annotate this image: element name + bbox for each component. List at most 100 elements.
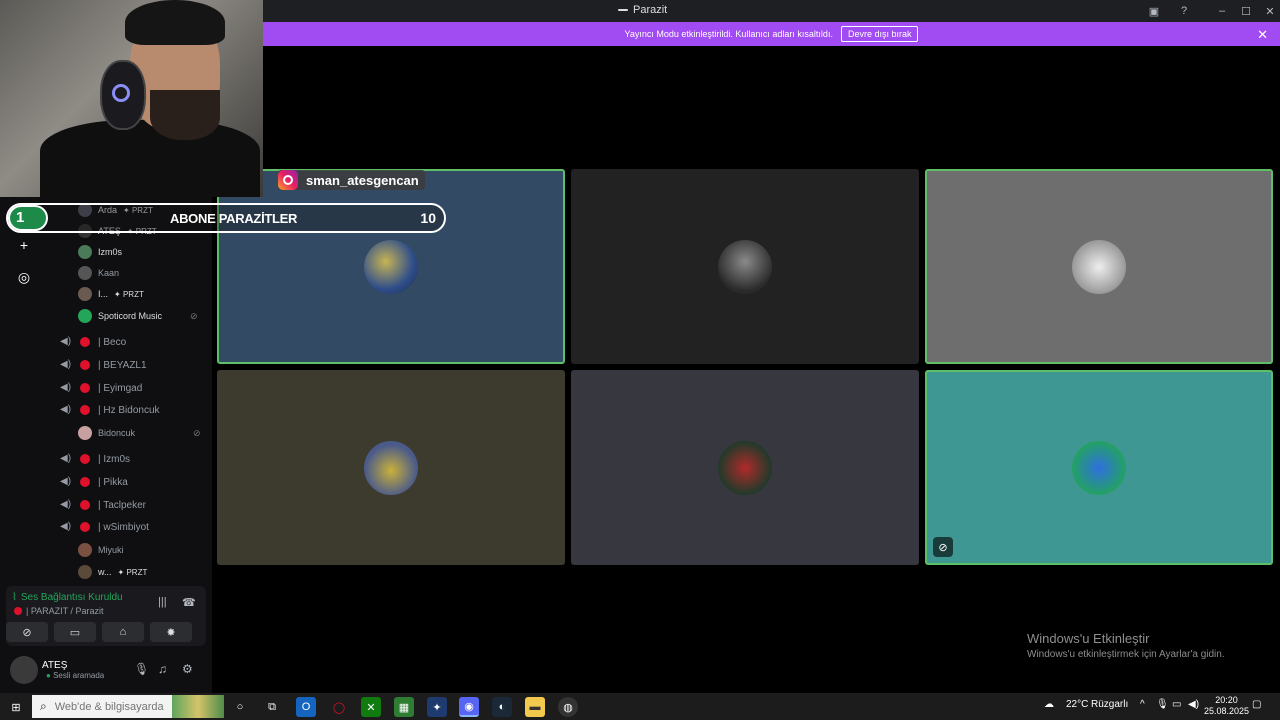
settings-gear-icon[interactable]: ⚙ bbox=[182, 662, 193, 676]
member-name: w... bbox=[98, 567, 112, 577]
app-icon[interactable]: ✦ bbox=[427, 697, 447, 717]
share-screen-button[interactable]: ▭ bbox=[54, 622, 96, 642]
discover-icon[interactable]: ◎ bbox=[12, 265, 36, 289]
start-icon[interactable]: ⊞ bbox=[6, 697, 26, 717]
webcam-hair bbox=[125, 0, 225, 45]
weather-temp[interactable]: 22°C bbox=[1066, 699, 1088, 710]
obs-icon[interactable]: ◍ bbox=[558, 697, 578, 717]
voice-member[interactable]: Bidoncuk ⊘ bbox=[78, 424, 201, 442]
video-off-icon: ⊘ bbox=[190, 310, 198, 321]
cortana-icon[interactable]: ○ bbox=[230, 697, 250, 717]
goal-target: 10 bbox=[420, 210, 436, 226]
banner-close-icon[interactable]: ✕ bbox=[1257, 27, 1268, 43]
voice-channel[interactable]: ◀) | BEYAZL1 bbox=[60, 356, 147, 374]
voice-channel[interactable]: ◀) | Eyimgad bbox=[60, 379, 142, 397]
voice-member[interactable]: Spoticord Music ⊘ bbox=[78, 307, 198, 325]
live-dot bbox=[80, 454, 90, 464]
weather-label: Rüzgarlı bbox=[1091, 699, 1128, 710]
participant-avatar bbox=[1072, 239, 1126, 294]
window-title-text: Parazit bbox=[633, 4, 668, 16]
channel-name: | Pikka bbox=[98, 476, 128, 488]
clock[interactable]: 20:20 25.08.2025 bbox=[1204, 695, 1249, 717]
avatar bbox=[78, 543, 92, 557]
discord-icon[interactable]: ◉ bbox=[459, 697, 479, 717]
participant-tile[interactable]: ⊘ bbox=[925, 370, 1273, 565]
steam-icon[interactable]: ◐ bbox=[492, 697, 512, 717]
xbox-icon[interactable]: ✕ bbox=[361, 697, 381, 717]
search-input[interactable] bbox=[54, 700, 175, 713]
disconnect-icon[interactable]: ☎ bbox=[182, 596, 196, 609]
close-window-button[interactable]: ✕ bbox=[1262, 3, 1278, 19]
participant-tile[interactable] bbox=[217, 370, 565, 565]
weather-icon[interactable]: ☁ bbox=[1044, 699, 1054, 710]
add-server-icon[interactable]: + bbox=[12, 233, 36, 257]
chevron-up-icon[interactable]: ^ bbox=[1140, 699, 1145, 710]
headphones-icon[interactable]: ♫ bbox=[158, 662, 167, 676]
banner-message: Yayıncı Modu etkinleştirildi. Kullanıcı … bbox=[624, 29, 833, 39]
taskbar-search[interactable]: ⌕ bbox=[32, 695, 224, 718]
help-icon[interactable]: ? bbox=[1176, 3, 1192, 19]
opera-icon[interactable]: ◯ bbox=[329, 697, 349, 717]
voice-member[interactable]: Kaan bbox=[78, 264, 119, 282]
network-icon[interactable]: ▭ bbox=[1172, 699, 1181, 710]
task-view-icon[interactable]: ⧉ bbox=[262, 697, 282, 717]
voice-member[interactable]: Miyuki bbox=[78, 541, 124, 559]
voice-channel[interactable]: ◀) | Izm0s bbox=[60, 450, 130, 468]
channel-name: | Beco bbox=[98, 336, 127, 348]
instagram-handle: sman_atesgencan bbox=[306, 172, 419, 188]
clock-time: 20:20 bbox=[1215, 695, 1238, 705]
streamer-mode-banner: Yayıncı Modu etkinleştirildi. Kullanıcı … bbox=[263, 22, 1280, 46]
minimize-button[interactable]: – bbox=[1214, 3, 1230, 19]
instagram-icon bbox=[278, 170, 298, 190]
outlook-icon[interactable]: O bbox=[296, 697, 316, 717]
user-avatar[interactable] bbox=[10, 656, 38, 684]
speaker-icon: ◀) bbox=[60, 521, 72, 532]
maximize-button[interactable]: ☐ bbox=[1238, 3, 1254, 19]
avatar bbox=[78, 565, 92, 579]
channel-name: | wSimbiyot bbox=[98, 521, 149, 533]
goal-progress-fill bbox=[8, 205, 48, 231]
user-name[interactable]: ATEŞ bbox=[42, 660, 67, 671]
voice-channel[interactable]: ◀) | Hz Bidoncuk bbox=[60, 401, 160, 419]
member-tag-text: PRZT bbox=[122, 289, 144, 299]
activities-button[interactable]: ⌂ bbox=[102, 622, 144, 642]
notification-icon[interactable]: ▢ bbox=[1252, 699, 1261, 710]
live-dot bbox=[80, 405, 90, 415]
avatar bbox=[78, 287, 92, 301]
voice-channel[interactable]: ◀) | Pikka bbox=[60, 473, 128, 491]
voice-channel-text: | PARAZIT / Parazit bbox=[26, 606, 104, 616]
speaker-icon: ◀) bbox=[60, 382, 72, 393]
microphone-tray-icon[interactable]: 🎙 bbox=[1156, 699, 1169, 710]
participant-tile[interactable] bbox=[925, 169, 1273, 364]
file-explorer-icon[interactable]: ▬ bbox=[525, 697, 545, 717]
disable-streamer-mode-button[interactable]: Devre dışı bırak bbox=[840, 26, 919, 42]
voice-channel[interactable]: ◀) | wSimbiyot bbox=[60, 518, 149, 536]
member-tag: ✦ PRZT bbox=[117, 567, 148, 577]
microphone-icon[interactable]: 🎙 bbox=[134, 662, 149, 676]
voice-member[interactable]: w... ✦ PRZT bbox=[78, 563, 147, 581]
camera-off-button[interactable]: ⊘ bbox=[6, 622, 48, 642]
live-dot bbox=[80, 522, 90, 532]
store-icon[interactable]: ▦ bbox=[394, 697, 414, 717]
avatar bbox=[78, 245, 92, 259]
participant-tile[interactable] bbox=[571, 169, 919, 364]
soundboard-button[interactable]: ✸ bbox=[150, 622, 192, 642]
voice-channel[interactable]: ◀) | Beco bbox=[60, 333, 126, 351]
participant-tile[interactable] bbox=[571, 370, 919, 565]
voice-channel-info[interactable]: | PARAZIT / Parazit bbox=[14, 606, 104, 616]
channel-name: | BEYAZL1 bbox=[98, 359, 147, 371]
participant-avatar bbox=[364, 239, 418, 294]
live-dot bbox=[80, 477, 90, 487]
member-name: Bidoncuk bbox=[98, 428, 136, 438]
participant-avatar bbox=[1072, 440, 1126, 495]
voice-channel[interactable]: ◀) | Taclpeker bbox=[60, 496, 146, 514]
volume-icon[interactable]: ◀) bbox=[1188, 699, 1199, 710]
live-dot bbox=[80, 383, 90, 393]
participant-tile[interactable] bbox=[217, 169, 565, 364]
voice-member[interactable]: I... ✦ PRZT bbox=[78, 285, 144, 303]
voice-member[interactable]: Izm0s bbox=[78, 243, 122, 261]
speaker-icon: ◀) bbox=[60, 476, 72, 487]
inbox-icon[interactable]: ▣ bbox=[1146, 3, 1162, 19]
noise-suppression-icon[interactable]: ||| bbox=[158, 596, 167, 608]
speaker-icon: ◀) bbox=[60, 359, 72, 370]
